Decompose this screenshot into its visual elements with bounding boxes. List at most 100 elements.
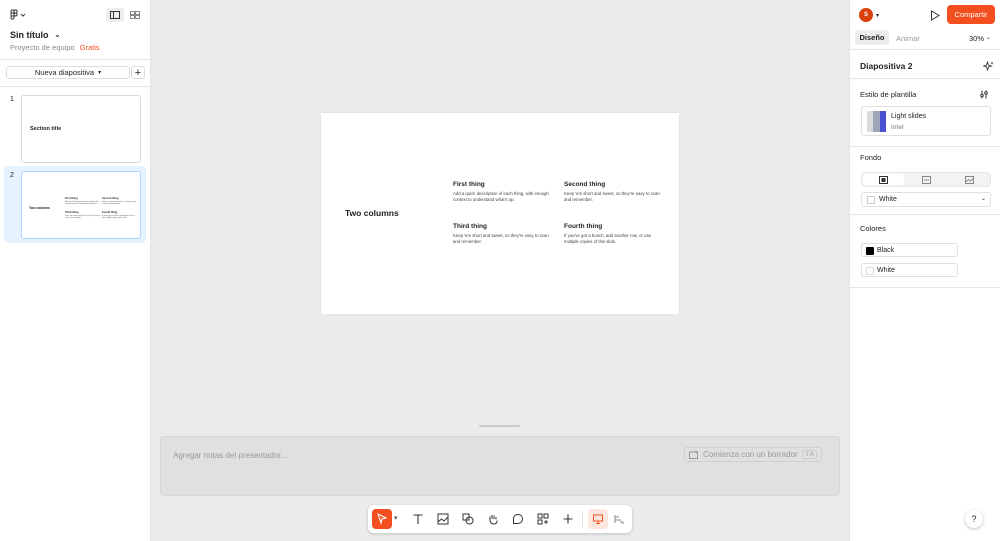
file-title-menu[interactable]: Sin título ⌄: [10, 30, 60, 40]
new-slide-button[interactable]: Nueva diapositiva ▾: [6, 66, 130, 79]
grid-icon: [130, 11, 140, 19]
image-tool-button[interactable]: [433, 509, 453, 529]
notes-resize-handle[interactable]: [479, 425, 520, 427]
zoom-value: 30%: [969, 34, 985, 43]
plus-icon: +: [134, 66, 142, 79]
plan-badge[interactable]: Gratis: [80, 43, 100, 52]
slide-thumbnail-row-selected[interactable]: 2 Two columns First thing Add a quick de…: [4, 166, 146, 243]
draft-icon: [689, 450, 698, 459]
thumb-item-body: Keep 'em short and sweet, so they're eas…: [65, 215, 101, 220]
slide-title[interactable]: Two columns: [345, 208, 399, 218]
main-menu-button[interactable]: [8, 8, 28, 22]
user-menu[interactable]: S ▾: [859, 8, 879, 22]
divider: [850, 146, 1000, 147]
tab-design[interactable]: Diseño: [855, 30, 889, 45]
slide-name: Diapositiva 2: [860, 61, 913, 71]
comment-tool-button[interactable]: [508, 509, 528, 529]
sliders-icon: [980, 90, 988, 98]
solid-fill-icon: [879, 175, 888, 184]
color-swatch: [866, 267, 874, 275]
slides-panel: Sin título ⌄ Proyecto de equipo Gratis N…: [0, 0, 151, 541]
properties-panel: S ▾ Compartir Diseño Animar 30% ⌄ Diapos…: [849, 0, 1000, 541]
color-name: Black: [877, 247, 895, 254]
thumb-item-body: Keep 'em short and sweet, so they're eas…: [102, 201, 136, 206]
gradient-fill-icon: [922, 175, 931, 184]
shortcut-badge: ⇧A: [801, 450, 817, 459]
share-button[interactable]: Compartir: [947, 5, 995, 24]
draft-button[interactable]: Comienza con un borrador ⇧A: [684, 447, 822, 462]
adjust-button[interactable]: [977, 88, 991, 100]
template-font: Inter: [891, 124, 905, 131]
slide-item[interactable]: Third thing Keep 'em short and sweet, so…: [453, 223, 553, 244]
bottom-toolbar: ▾: [368, 505, 632, 533]
slide-thumbnail[interactable]: Section title: [21, 95, 141, 163]
slide-thumbnail-row[interactable]: 1 Section title: [4, 90, 146, 166]
move-tool-button[interactable]: [372, 509, 392, 529]
add-slide-button[interactable]: +: [131, 66, 145, 79]
help-button[interactable]: ?: [965, 510, 983, 528]
background-color-select[interactable]: White ⌄: [861, 192, 991, 207]
thumb-item-body: If you've got a bunch, add another row, …: [102, 215, 136, 220]
team-name[interactable]: Proyecto de equipo: [10, 43, 75, 52]
divider: [850, 287, 1000, 288]
template-name: Light slides: [891, 113, 927, 120]
dev-mode-button[interactable]: [609, 509, 629, 529]
ai-actions-button[interactable]: [981, 59, 995, 73]
slide-item[interactable]: Second thing Keep 'em short and sweet, s…: [564, 181, 660, 202]
chevron-down-icon[interactable]: ▾: [394, 514, 398, 522]
figma-logo-icon: [10, 9, 26, 20]
template-style-label: Estilo de plantilla: [860, 90, 917, 99]
chevron-down-icon: ▾: [876, 12, 880, 19]
slide-item-heading: Second thing: [564, 181, 606, 188]
color-swatch: [866, 247, 874, 255]
color-row[interactable]: White: [861, 263, 958, 277]
solid-fill-option[interactable]: [863, 174, 904, 185]
gradient-fill-option[interactable]: [906, 174, 947, 185]
new-slide-label: Nueva diapositiva: [34, 68, 95, 77]
stamp-tool-button[interactable]: [483, 509, 503, 529]
divider: [0, 59, 150, 60]
divider: [850, 78, 1000, 79]
color-row[interactable]: Black: [861, 243, 958, 257]
thumb-item-body: Add a quick description of each thing, w…: [65, 201, 99, 206]
speaker-notes-area[interactable]: Agregar notas del presentador... Comienz…: [160, 436, 840, 496]
image-icon: [965, 175, 974, 184]
divider: [850, 214, 1000, 215]
slides-list-view-button[interactable]: [106, 8, 124, 22]
color-name: White: [877, 267, 895, 274]
slide-item-heading: First thing: [453, 181, 485, 188]
grid-view-button[interactable]: [126, 8, 144, 22]
image-fill-option[interactable]: [949, 174, 990, 185]
design-mode-button[interactable]: [588, 509, 608, 529]
slide-canvas[interactable]: Two columns First thing Add a quick desc…: [321, 113, 679, 314]
thumb-title: Two columns: [29, 206, 50, 210]
chevron-down-icon: ▾: [98, 70, 102, 76]
slide-thumbnail[interactable]: Two columns First thing Add a quick desc…: [21, 171, 141, 239]
chevron-down-icon: ⌄: [981, 196, 987, 202]
tab-animate[interactable]: Animar: [896, 34, 920, 43]
present-button[interactable]: [928, 8, 942, 22]
slide-item[interactable]: Fourth thing If you've got a bunch, add …: [564, 223, 660, 244]
template-picker[interactable]: Light slides Inter: [861, 106, 991, 136]
slide-number: 1: [10, 96, 14, 103]
thumb-item-heading: Fourth thing: [102, 211, 118, 214]
slide-number: 2: [10, 172, 14, 179]
template-swatch: [867, 111, 886, 132]
add-tool-button[interactable]: [558, 509, 578, 529]
zoom-dropdown[interactable]: 30% ⌄: [969, 34, 991, 43]
divider: [0, 86, 150, 87]
play-icon: [931, 9, 940, 21]
cursor-icon: [377, 513, 388, 525]
image-icon: [437, 513, 449, 525]
shapes-tool-button[interactable]: [458, 509, 478, 529]
text-tool-button[interactable]: [408, 509, 428, 529]
slide-item-body: If you've got a bunch, add another row, …: [564, 233, 652, 244]
presentation-icon: [593, 514, 603, 524]
notes-placeholder: Agregar notas del presentador...: [173, 451, 288, 460]
widgets-icon: [537, 513, 549, 525]
chevron-down-icon: ⌄: [986, 35, 992, 41]
slide-item[interactable]: First thing Add a quick description of e…: [453, 181, 553, 202]
thumb-item-heading: Second thing: [102, 197, 119, 200]
thumb-item-heading: Third thing: [65, 211, 79, 214]
widgets-tool-button[interactable]: [533, 509, 553, 529]
